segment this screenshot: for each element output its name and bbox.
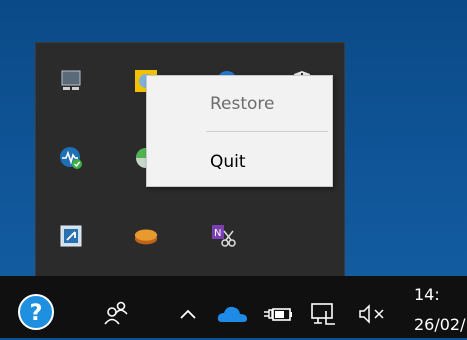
clock-date: 26/02/ [414, 315, 466, 334]
onedrive-cloud-icon[interactable] [216, 303, 250, 325]
onenote-clipper-icon[interactable]: N [211, 223, 237, 249]
quit-menu-item[interactable]: Quit [147, 145, 332, 179]
network-icon[interactable] [308, 301, 338, 327]
svg-text:N: N [214, 228, 221, 239]
remote-app-icon[interactable] [58, 223, 84, 249]
battery-power-icon[interactable] [262, 303, 294, 325]
people-icon[interactable] [102, 298, 132, 328]
chevron-up-icon[interactable] [177, 303, 199, 325]
clock-time: 14: [414, 285, 440, 304]
network-computer-icon[interactable] [58, 68, 84, 94]
context-menu: Restore Quit [146, 75, 333, 187]
menu-separator [206, 131, 328, 132]
orange-disk-icon[interactable] [133, 223, 159, 249]
taskbar-clock[interactable]: 14: 26/02/ [414, 280, 466, 340]
restore-menu-item: Restore [210, 94, 275, 114]
svg-text:?: ? [30, 301, 43, 326]
network-monitor-icon[interactable] [58, 145, 84, 171]
speaker-muted-icon[interactable] [355, 303, 389, 325]
help-icon[interactable]: ? [17, 293, 55, 331]
